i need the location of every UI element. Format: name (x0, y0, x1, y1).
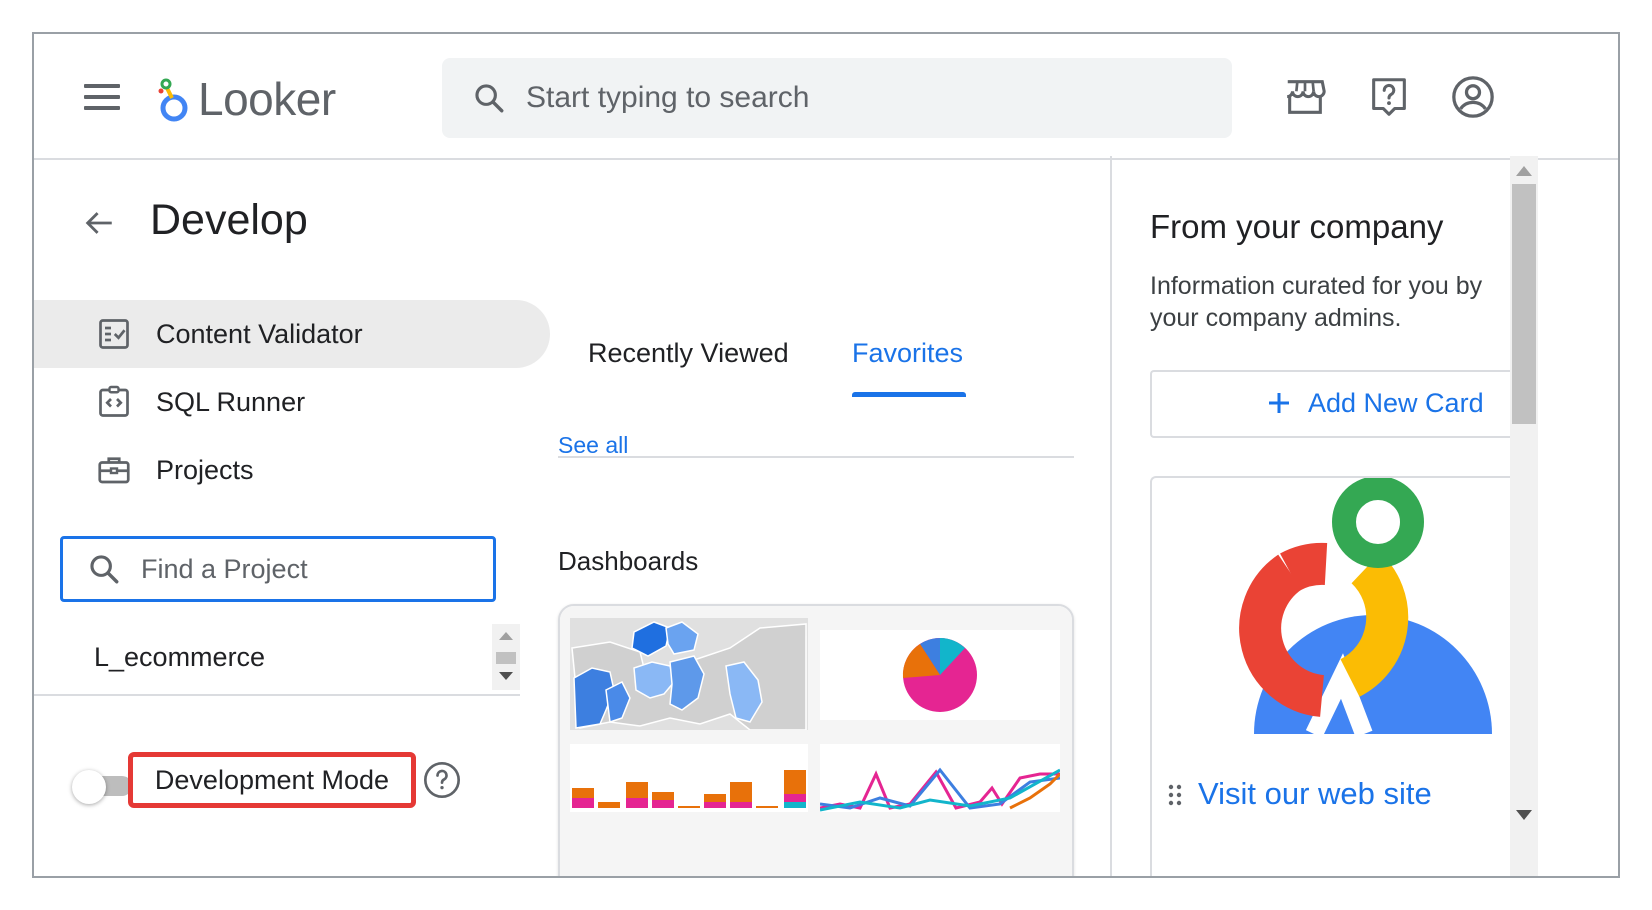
page-scrollbar[interactable] (1510, 156, 1538, 876)
search-icon (475, 84, 504, 113)
drag-handle-icon[interactable] (1168, 784, 1182, 806)
company-card: Visit our web site (1150, 476, 1514, 876)
line-chart-thumbnail (820, 744, 1060, 812)
marketplace-icon[interactable] (1282, 74, 1328, 120)
search-input[interactable] (526, 81, 1126, 115)
nav-label-sql-runner: SQL Runner (156, 386, 306, 417)
app-window: Looker Start typing to search Develop Co… (32, 32, 1620, 878)
visit-website-link[interactable]: Visit our web site (1198, 776, 1432, 812)
development-mode-row: Development Mode (64, 752, 524, 822)
panel-title: From your company (1150, 208, 1444, 245)
add-new-card-button[interactable]: Add New Card (1150, 370, 1514, 438)
find-project-field[interactable] (60, 536, 496, 602)
global-search[interactable] (442, 58, 1232, 138)
development-mode-label: Development Mode (154, 764, 390, 795)
nav-item-sql-runner[interactable]: SQL Runner (34, 368, 550, 436)
projects-icon (98, 457, 130, 484)
account-icon[interactable] (1450, 74, 1496, 120)
see-all-link[interactable]: See all (558, 432, 628, 459)
nav-label-projects: Projects (156, 454, 254, 485)
dashboard-thumbnail-card[interactable] (558, 604, 1074, 876)
tab-recently-viewed[interactable]: Recently Viewed (588, 338, 789, 369)
scroll-down-arrow-icon[interactable] (1516, 810, 1532, 820)
map-thumbnail (570, 618, 808, 730)
sql-runner-icon (99, 385, 129, 417)
scroll-thumb[interactable] (1512, 184, 1536, 424)
home-content: Recently Viewed Favorites See all Dashbo… (554, 162, 1110, 876)
active-tab-indicator (852, 392, 966, 397)
page-title: Develop (150, 196, 308, 244)
looker-graphic-image (1239, 478, 1492, 734)
scroll-up-arrow-icon[interactable] (499, 632, 513, 640)
nav-label-content-validator: Content Validator (156, 318, 363, 349)
dashboards-heading: Dashboards (558, 546, 699, 576)
scroll-down-arrow-icon[interactable] (499, 672, 513, 680)
project-item[interactable]: L_ecommerce (94, 642, 265, 673)
plus-icon (1269, 393, 1289, 413)
company-panel: From your company Information curated fo… (1110, 156, 1618, 876)
development-mode-highlight: Development Mode (128, 752, 416, 808)
develop-nav: Develop Content Validator SQL Runner Pro… (34, 162, 584, 876)
help-icon[interactable] (1366, 74, 1412, 120)
looker-logo[interactable]: Looker (158, 73, 336, 125)
project-list-scrollbar[interactable] (492, 624, 520, 690)
divider (558, 456, 1074, 458)
main-menu-icon[interactable] (82, 82, 122, 112)
panel-description: Information curated for you by your comp… (1150, 272, 1483, 332)
nav-item-projects[interactable]: Projects (34, 436, 550, 504)
help-circle-icon[interactable] (422, 760, 462, 800)
pie-chart-thumbnail (820, 630, 1060, 720)
top-bar: Looker (34, 34, 1618, 160)
content-validator-icon (99, 319, 129, 349)
tab-favorites[interactable]: Favorites (852, 338, 963, 369)
find-project-input[interactable] (141, 553, 461, 585)
project-list: L_ecommerce (34, 624, 520, 696)
scroll-up-arrow-icon[interactable] (1516, 166, 1532, 176)
nav-item-content-validator[interactable]: Content Validator (34, 300, 550, 368)
development-mode-toggle[interactable] (72, 770, 132, 804)
looker-logo-icon (158, 78, 188, 122)
back-arrow-icon[interactable] (82, 206, 116, 240)
scroll-thumb[interactable] (496, 652, 516, 664)
add-new-card-label: Add New Card (1308, 388, 1484, 418)
bar-chart-thumbnail (570, 744, 808, 812)
search-icon (90, 555, 119, 584)
app-name: Looker (198, 73, 336, 125)
